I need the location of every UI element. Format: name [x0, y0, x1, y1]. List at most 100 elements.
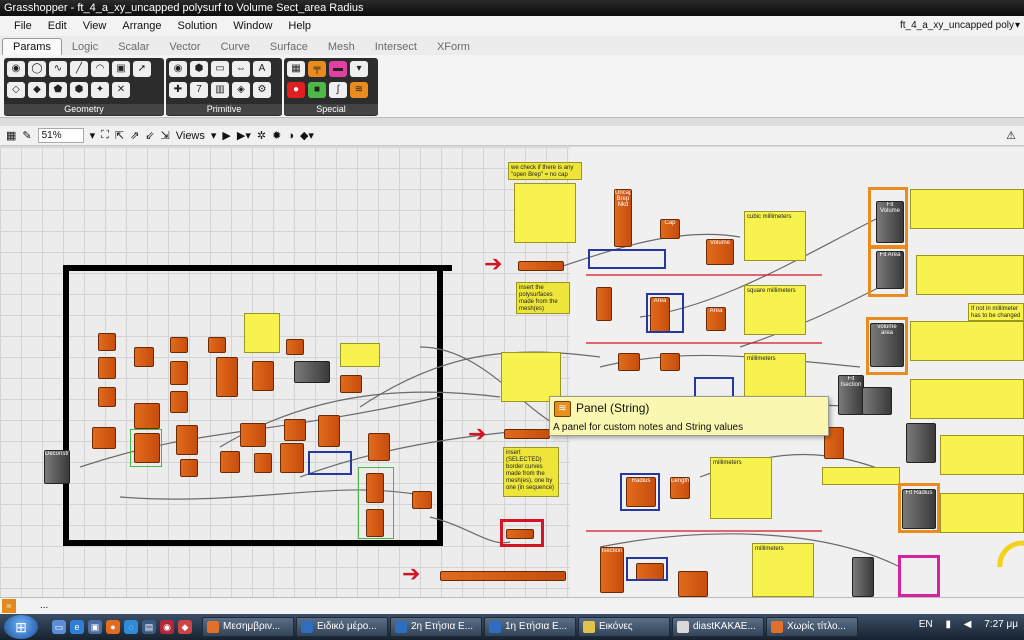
- language-indicator[interactable]: EN: [919, 619, 933, 630]
- tab-mesh[interactable]: Mesh: [318, 39, 365, 55]
- menu-solution[interactable]: Solution: [170, 20, 226, 32]
- component[interactable]: [252, 361, 274, 391]
- chevron-down-icon[interactable]: ▾: [1015, 18, 1020, 34]
- app-icon[interactable]: ◆: [178, 620, 192, 634]
- component[interactable]: [98, 357, 116, 379]
- note-panel[interactable]: If not in millimeter has to be changed: [968, 303, 1024, 321]
- taskbar-button[interactable]: Χωρίς τίτλο...: [766, 617, 858, 637]
- component[interactable]: [254, 453, 272, 473]
- arrow-nw-icon[interactable]: ⇱: [115, 129, 124, 142]
- panel[interactable]: [910, 379, 1024, 419]
- mesh-param-icon[interactable]: ⬢: [70, 82, 88, 98]
- panel[interactable]: [916, 255, 1024, 295]
- panel[interactable]: [822, 467, 900, 485]
- component[interactable]: [294, 361, 330, 383]
- integer-param-icon[interactable]: ◉: [169, 61, 187, 77]
- graph-mapper-icon[interactable]: ▦: [287, 61, 305, 77]
- plane-param-icon[interactable]: ◇: [7, 82, 25, 98]
- panel[interactable]: [940, 435, 1024, 475]
- sketch-icon[interactable]: ✎: [22, 129, 31, 142]
- component[interactable]: [176, 425, 198, 455]
- chevron-down-icon[interactable]: ▾: [211, 129, 217, 142]
- start-button[interactable]: ⊞: [4, 615, 38, 639]
- circle-param-icon[interactable]: ◯: [28, 61, 46, 77]
- note-panel[interactable]: millimeters: [744, 353, 806, 397]
- number-slider-icon[interactable]: ╤: [308, 61, 326, 77]
- taskbar-button[interactable]: diastKAKAE...: [672, 617, 764, 637]
- tab-surface[interactable]: Surface: [260, 39, 318, 55]
- text-param-icon[interactable]: A: [253, 61, 271, 77]
- curve-param-icon[interactable]: ∿: [49, 61, 67, 77]
- component[interactable]: [318, 415, 340, 447]
- play-icon[interactable]: ▶: [222, 129, 230, 142]
- chevron-down-icon[interactable]: ▾: [90, 129, 96, 142]
- component[interactable]: [368, 433, 390, 461]
- tab-scalar[interactable]: Scalar: [108, 39, 159, 55]
- box-param-icon[interactable]: ▣: [112, 61, 130, 77]
- interval-param-icon[interactable]: ▭: [211, 61, 229, 77]
- menu-edit[interactable]: Edit: [40, 20, 75, 32]
- component[interactable]: [170, 391, 188, 413]
- cog-icon[interactable]: ✹: [272, 129, 281, 142]
- matrix-param-icon[interactable]: ◈: [232, 82, 250, 98]
- document-selector[interactable]: ft_4_a_xy_uncapped poly ▾: [900, 18, 1020, 34]
- arrow-sw-icon[interactable]: ⇙: [145, 129, 154, 142]
- component[interactable]: [284, 419, 306, 441]
- note-panel[interactable]: we check if there is any "open Brep" = n…: [508, 162, 582, 180]
- component[interactable]: [412, 491, 432, 509]
- point-param-icon[interactable]: ◉: [7, 61, 25, 77]
- panel-icon[interactable]: ≋: [350, 82, 368, 98]
- note-panel[interactable]: insert the polysurfaces made from the me…: [516, 282, 570, 314]
- tab-xform[interactable]: XForm: [427, 39, 480, 55]
- tab-intersect[interactable]: Intersect: [365, 39, 427, 55]
- swatch-icon[interactable]: ■: [308, 82, 326, 98]
- ie-icon[interactable]: e: [70, 620, 84, 634]
- taskbar-button[interactable]: Εικόνες: [578, 617, 670, 637]
- panel[interactable]: [340, 343, 380, 367]
- zoom-extents-icon[interactable]: ⛶: [101, 129, 109, 142]
- length-component[interactable]: Length: [670, 477, 690, 499]
- domain-param-icon[interactable]: ⇔: [232, 61, 250, 77]
- component[interactable]: [618, 353, 640, 371]
- firefox-icon[interactable]: ●: [106, 620, 120, 634]
- param-slider[interactable]: [504, 429, 550, 439]
- component[interactable]: [240, 423, 266, 447]
- guid-param-icon[interactable]: ⚙: [253, 82, 271, 98]
- app-icon[interactable]: ◌: [124, 620, 138, 634]
- bake-icon[interactable]: ◑: [287, 130, 294, 142]
- menu-file[interactable]: File: [6, 20, 40, 32]
- taskbar-button[interactable]: Μεσημβριν...: [202, 617, 294, 637]
- volume-icon[interactable]: ◀: [964, 619, 972, 630]
- component[interactable]: [280, 443, 304, 473]
- tab-curve[interactable]: Curve: [211, 39, 260, 55]
- component[interactable]: [98, 387, 116, 407]
- tab-vector[interactable]: Vector: [159, 39, 210, 55]
- play-options-icon[interactable]: ▶▾: [237, 129, 251, 142]
- note-panel[interactable]: insert (SELECTED) border curves made fro…: [503, 447, 559, 497]
- surface-param-icon[interactable]: ◆: [28, 82, 46, 98]
- note-panel[interactable]: millimeters: [752, 543, 814, 597]
- component[interactable]: [286, 339, 304, 355]
- app-icon[interactable]: ▤: [142, 620, 156, 634]
- brep-param-icon[interactable]: ⬟: [49, 82, 67, 98]
- menu-window[interactable]: Window: [225, 20, 280, 32]
- param-slider[interactable]: [440, 571, 566, 581]
- panel[interactable]: [910, 321, 1024, 361]
- isection-component[interactable]: Isection: [600, 547, 624, 593]
- line-param-icon[interactable]: ╱: [70, 61, 88, 77]
- preview-icon[interactable]: ⚠: [1006, 129, 1016, 142]
- panel[interactable]: [910, 189, 1024, 229]
- definition-canvas[interactable]: we check if there is any "open Brep" = n…: [0, 147, 1024, 597]
- fit-isection-component[interactable]: Fit Isection: [838, 375, 864, 415]
- taskbar-button[interactable]: 1η Ετήσια Ε...: [484, 617, 576, 637]
- component[interactable]: [98, 333, 116, 351]
- note-panel[interactable]: cubic millimeters: [744, 211, 806, 261]
- complex-param-icon[interactable]: ▥: [211, 82, 229, 98]
- component[interactable]: [596, 287, 612, 321]
- component[interactable]: [170, 361, 188, 385]
- arrow-ne-icon[interactable]: ⇗: [130, 129, 139, 142]
- volume-component[interactable]: Volume: [706, 239, 734, 265]
- component[interactable]: [862, 387, 892, 415]
- desktop-icon[interactable]: ▭: [52, 620, 66, 634]
- arrow-se-icon[interactable]: ⇲: [161, 129, 170, 142]
